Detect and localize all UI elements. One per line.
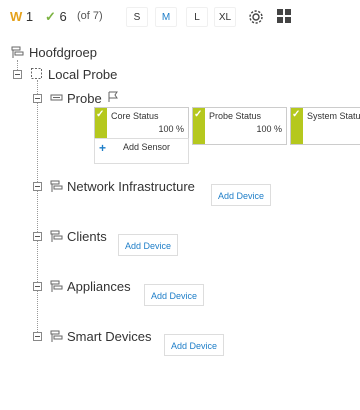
group-icon [50, 280, 63, 292]
collapse-toggle[interactable] [33, 182, 42, 191]
flag-icon[interactable] [107, 91, 119, 103]
group-label[interactable]: Network Infrastructure [67, 179, 195, 194]
group-label[interactable]: Smart Devices [67, 329, 152, 344]
add-sensor-label: Add Sensor [123, 142, 171, 152]
probe-node-label[interactable]: Local Probe [48, 67, 117, 82]
group-icon [50, 230, 63, 242]
add-device-button[interactable]: Add Device [211, 184, 272, 206]
sensor-name: Probe Status [209, 111, 262, 121]
add-sensor-button[interactable]: + Add Sensor [94, 138, 189, 164]
sensor-value: 100 % [256, 124, 282, 134]
group-icon [11, 46, 24, 58]
warning-count[interactable]: W 1 [10, 9, 33, 24]
size-button-xl[interactable]: XL [214, 7, 236, 27]
status-ok-icon [291, 108, 303, 144]
add-device-button[interactable]: Add Device [118, 234, 179, 256]
collapse-toggle[interactable] [33, 94, 42, 103]
ok-count-value: 6 [59, 9, 67, 24]
grid-view-icon[interactable] [276, 8, 292, 24]
size-button-m[interactable]: M [155, 7, 177, 27]
gear-icon[interactable] [247, 8, 265, 26]
collapse-toggle[interactable] [33, 332, 42, 341]
toolbar: W 1 ✓ 6 (of 7) S M L XL [0, 0, 360, 32]
group-icon [50, 180, 63, 192]
sensor-tile[interactable]: System Status [290, 107, 360, 145]
collapse-toggle[interactable] [33, 282, 42, 291]
size-button-l[interactable]: L [186, 7, 208, 27]
add-device-button[interactable]: Add Device [144, 284, 205, 306]
check-icon: ✓ [45, 9, 56, 24]
sensor-tile[interactable]: Probe Status 100 % [192, 107, 287, 145]
warning-count-value: 1 [25, 9, 34, 24]
collapse-toggle[interactable] [33, 232, 42, 241]
total-count: (of 7) [77, 10, 103, 22]
sensor-name: System Status [307, 111, 360, 121]
sensor-name: Core Status [111, 111, 159, 121]
sensor-value: 100 % [158, 124, 184, 134]
ok-count[interactable]: ✓ 6 [45, 9, 67, 25]
root-group-label[interactable]: Hoofdgroep [29, 45, 97, 60]
status-ok-icon [193, 108, 205, 144]
tree-line [37, 80, 38, 340]
plus-icon: + [99, 141, 107, 155]
group-label[interactable]: Appliances [67, 279, 131, 294]
group-label[interactable]: Clients [67, 229, 107, 244]
add-device-button[interactable]: Add Device [164, 334, 225, 356]
probe-device-label[interactable]: Probe [67, 91, 102, 106]
group-icon [50, 330, 63, 342]
warning-icon: W [10, 9, 23, 24]
collapse-toggle[interactable] [13, 70, 22, 79]
device-icon [50, 94, 63, 101]
probe-icon [31, 68, 42, 79]
size-button-s[interactable]: S [126, 7, 148, 27]
